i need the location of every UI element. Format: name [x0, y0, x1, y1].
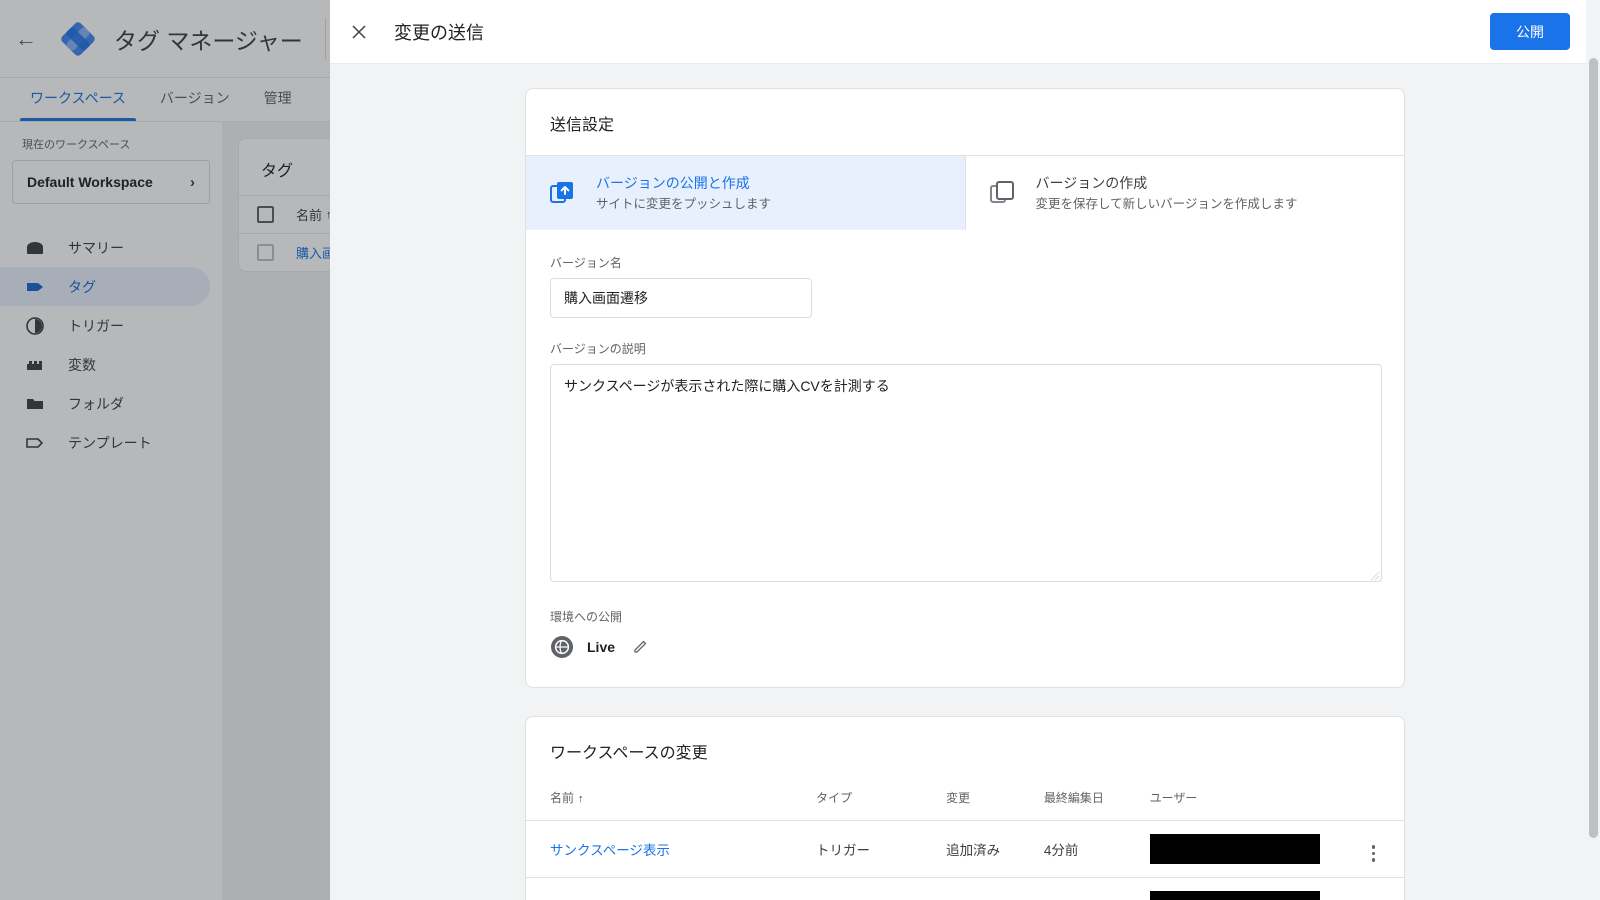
- change-row-type: タグ: [816, 878, 946, 900]
- change-row-name: 購入画面到達: [526, 878, 816, 900]
- workspace-changes-title: ワークスペースの変更: [550, 745, 708, 762]
- change-row-last-edited: 4分前: [1043, 820, 1150, 878]
- sort-ascending-icon: ↑: [578, 793, 584, 805]
- submission-type-options: バージョンの公開と作成 サイトに変更をプッシュします バージョンの作成 変更を保…: [526, 155, 1404, 230]
- publish-button[interactable]: 公開: [1490, 13, 1570, 50]
- option-subtitle: 変更を保存して新しいバージョンを作成します: [1035, 197, 1298, 211]
- version-name-input[interactable]: [550, 278, 812, 318]
- column-header-change[interactable]: 変更: [946, 783, 1044, 821]
- option-create-version[interactable]: バージョンの作成 変更を保存して新しいバージョンを作成します: [966, 156, 1405, 230]
- more-vert-icon[interactable]: [1371, 845, 1376, 862]
- dialog-scrollbar-thumb[interactable]: [1589, 58, 1598, 838]
- environment-name: Live: [587, 639, 616, 655]
- table-body: サンクスページ表示 トリガー 追加済み 4分前: [526, 820, 1404, 900]
- create-version-icon: [988, 179, 1016, 207]
- column-header-type[interactable]: タイプ: [815, 783, 947, 821]
- close-icon[interactable]: [346, 19, 372, 45]
- dialog-title: 変更の送信: [394, 22, 484, 43]
- table-header-row: 名前 ↑ タイプ 変更 最終編集日 ユーザー: [526, 783, 1404, 821]
- column-header-name[interactable]: 名前 ↑: [526, 783, 816, 821]
- submit-changes-dialog: 変更の送信 公開 送信設定 バージョンの公開と作成 サイトに変更をプッシュします…: [330, 0, 1600, 900]
- column-header-actions: [1342, 783, 1404, 821]
- workspace-changes-card: ワークスペースの変更 名前 ↑ タイプ 変更 最終編集日 ユーザー サンクスペー…: [525, 716, 1405, 900]
- option-subtitle: サイトに変更をプッシュします: [596, 197, 772, 211]
- table-row[interactable]: サンクスページ表示 トリガー 追加済み 4分前: [526, 820, 1404, 878]
- workspace-changes-table: 名前 ↑ タイプ 変更 最終編集日 ユーザー サンクスページ表示 トリガー 追加…: [526, 783, 1404, 900]
- version-description-label: バージョンの説明: [550, 342, 646, 356]
- version-form: バージョン名 バージョンの説明 環境への公開: [526, 230, 1404, 687]
- table-head: 名前 ↑ タイプ 変更 最終編集日 ユーザー: [526, 783, 1404, 821]
- environment-row: Live: [550, 635, 1380, 659]
- environment-label: 環境への公開: [550, 610, 623, 624]
- version-name-label: バージョン名: [550, 256, 622, 270]
- change-row-change: 追加済み: [946, 878, 1044, 900]
- column-header-last-edited[interactable]: 最終編集日: [1043, 783, 1150, 821]
- dialog-body: 送信設定 バージョンの公開と作成 サイトに変更をプッシュします バージョンの作成…: [330, 64, 1600, 900]
- option-heading: バージョンの作成: [1035, 175, 1148, 191]
- publish-and-create-version-icon: [548, 179, 576, 207]
- globe-icon: [550, 635, 574, 659]
- option-text: バージョンの公開と作成 サイトに変更をプッシュします: [596, 173, 771, 213]
- option-publish-and-create-version[interactable]: バージョンの公開と作成 サイトに変更をプッシュします: [526, 156, 966, 230]
- table-row[interactable]: 購入画面到達 タグ 追加済み 2分前: [526, 878, 1404, 900]
- version-description-textarea[interactable]: [550, 364, 1382, 582]
- dialog-content-column: 送信設定 バージョンの公開と作成 サイトに変更をプッシュします バージョンの作成…: [525, 88, 1405, 900]
- change-row-type: トリガー: [815, 820, 947, 878]
- option-heading: バージョンの公開と作成: [596, 175, 750, 191]
- column-header-name-text: 名前: [550, 791, 575, 805]
- change-row-user: [1149, 878, 1343, 900]
- change-row-name: サンクスページ表示: [526, 820, 816, 878]
- submission-configuration-card: 送信設定 バージョンの公開と作成 サイトに変更をプッシュします バージョンの作成…: [525, 88, 1405, 688]
- redacted-user-value: [1149, 891, 1320, 900]
- change-row-change: 追加済み: [946, 820, 1044, 878]
- change-row-last-edited: 2分前: [1044, 878, 1150, 900]
- change-row-actions[interactable]: [1342, 820, 1404, 878]
- option-text: バージョンの作成 変更を保存して新しいバージョンを作成します: [1036, 173, 1298, 213]
- change-name-link[interactable]: サンクスページ表示: [550, 843, 670, 858]
- redacted-user-value: [1149, 834, 1320, 864]
- column-header-user[interactable]: ユーザー: [1149, 783, 1343, 821]
- pencil-icon[interactable]: [632, 639, 649, 656]
- submission-card-title: 送信設定: [550, 117, 615, 134]
- change-row-actions[interactable]: [1343, 878, 1404, 900]
- version-description-wrapper: [550, 364, 1382, 582]
- change-row-user: [1149, 820, 1343, 878]
- dialog-scrollbar-track[interactable]: [1586, 0, 1600, 900]
- dialog-header: 変更の送信 公開: [330, 0, 1600, 64]
